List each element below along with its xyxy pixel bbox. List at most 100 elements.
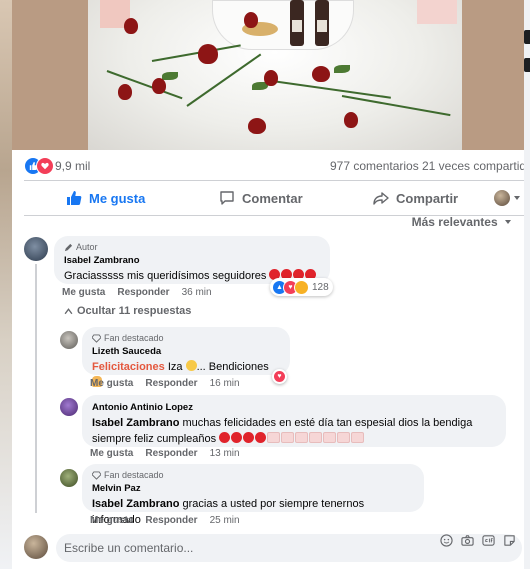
diamond-icon: [92, 470, 101, 480]
comment-button[interactable]: Comentar: [219, 181, 303, 215]
reply-author[interactable]: Antonio Antinio Lopez: [92, 402, 496, 413]
photo-leaf: [334, 65, 350, 73]
cake-emoji: [351, 432, 365, 443]
reaction-count[interactable]: 9,9 mil: [55, 159, 90, 173]
comment-author[interactable]: Isabel Zambrano: [64, 255, 320, 266]
hide-replies-label: Ocultar 11 respuestas: [77, 305, 192, 317]
react-as-selector[interactable]: [494, 181, 524, 215]
photo-gift-box: [417, 0, 457, 24]
photo-rose: [344, 112, 358, 128]
reply-like-link[interactable]: Me gusta: [90, 378, 133, 389]
like-button-label: Me gusta: [89, 190, 146, 206]
reply-like-link[interactable]: Me gusta: [90, 448, 133, 459]
replier-avatar[interactable]: [60, 469, 78, 487]
shares-count[interactable]: 21 veces compartido: [422, 159, 524, 173]
red-heart-emoji: [243, 432, 255, 443]
red-heart-emoji: [255, 432, 267, 443]
side-marker: [524, 58, 530, 72]
share-icon: [373, 192, 389, 205]
pen-icon: [64, 243, 73, 251]
author-badge: Autor: [64, 242, 320, 252]
cake-emoji: [295, 432, 309, 443]
top-fan-badge: Fan destacado: [92, 333, 280, 343]
reply-reply-link[interactable]: Responder: [145, 448, 197, 459]
mention-link[interactable]: Felicitaciones: [92, 361, 165, 373]
photo-rose: [198, 44, 218, 64]
reply-bubble: Antonio Antinio Lopez Isabel Zambrano mu…: [82, 395, 506, 447]
post-action-bar: Me gusta Comentar Compartir: [24, 180, 524, 216]
comment-reaction-count[interactable]: ▲ ♥ 128: [270, 278, 333, 296]
reply-reaction[interactable]: ♥: [272, 369, 287, 384]
care-reaction-icon: [294, 279, 309, 295]
reply-meta: Me gusta Responder 25 min: [90, 515, 252, 526]
photo-bottle: [315, 0, 329, 46]
photo-rose: [264, 70, 278, 86]
mention-link[interactable]: Isabel Zambrano: [92, 417, 179, 429]
reaction-number: 128: [312, 281, 329, 293]
photo-rose: [244, 12, 258, 28]
background-right-edge: [524, 0, 530, 569]
gif-icon[interactable]: [482, 534, 495, 547]
photo-rose: [248, 118, 266, 134]
comment-like-link[interactable]: Me gusta: [62, 287, 105, 298]
cake-emoji: [337, 432, 351, 443]
reply-reply-link[interactable]: Responder: [145, 378, 197, 389]
smiling-face-emoji: [185, 360, 197, 371]
photo-rose: [312, 66, 330, 82]
current-user-avatar[interactable]: [24, 535, 48, 559]
chevron-up-icon: [64, 307, 73, 314]
reactions-summary: 9,9 mil 977 comentarios 21 veces compart…: [24, 156, 524, 176]
badge-label: Fan destacado: [104, 333, 164, 343]
share-button-label: Compartir: [396, 190, 459, 206]
comment-composer: Escribe un comentario...: [12, 527, 524, 569]
reply-timestamp[interactable]: 25 min: [210, 515, 240, 526]
diamond-icon: [92, 333, 101, 343]
reply-bubble: Fan destacado Melvin Paz Isabel Zambrano…: [82, 464, 424, 526]
reply-meta: Me gusta Responder 13 min: [90, 448, 252, 459]
photo-wall-left: [12, 0, 88, 150]
red-heart-emoji: [219, 432, 231, 443]
photo-tray: [212, 0, 354, 50]
top-fan-badge: Fan destacado: [92, 470, 414, 480]
reply-reply-link[interactable]: Responder: [145, 515, 197, 526]
love-reaction-icon[interactable]: [36, 157, 54, 175]
camera-icon[interactable]: [461, 534, 474, 547]
comment-sort-dropdown[interactable]: Más relevantes: [412, 215, 512, 229]
post-photo[interactable]: [12, 0, 524, 150]
reply-like-link[interactable]: Me gusta: [90, 515, 133, 526]
reply-text-part: ... Bendiciones: [196, 361, 269, 373]
mention-link[interactable]: Isabel Zambrano: [92, 498, 179, 510]
emoji-icon[interactable]: [440, 534, 453, 547]
commenter-avatar[interactable]: [24, 237, 48, 261]
reply-bubble: Fan destacado Lizeth Sauceda Felicitacio…: [82, 327, 290, 387]
background-left-edge: [0, 0, 12, 569]
reply-author[interactable]: Melvin Paz: [92, 483, 414, 494]
comment-icon: [220, 191, 234, 205]
reply-author[interactable]: Lizeth Sauceda: [92, 346, 280, 357]
photo-rose: [152, 78, 166, 94]
share-button[interactable]: Compartir: [373, 181, 458, 215]
sticker-icon[interactable]: [503, 534, 516, 547]
comment-timestamp[interactable]: 36 min: [182, 287, 212, 298]
replier-avatar[interactable]: [60, 331, 78, 349]
replier-avatar[interactable]: [60, 398, 78, 416]
cake-emoji: [267, 432, 281, 443]
comments-count[interactable]: 977 comentarios: [330, 159, 419, 173]
badge-label: Fan destacado: [104, 470, 164, 480]
composer-tools: [440, 534, 516, 547]
comment-text-body: Graciasssss mis queridísimos seguidores: [64, 270, 267, 282]
love-reaction-icon: ♥: [273, 370, 286, 383]
chevron-down-icon: [505, 220, 511, 224]
cake-emoji: [309, 432, 323, 443]
comment-reply-link[interactable]: Responder: [117, 287, 169, 298]
like-button[interactable]: Me gusta: [66, 181, 145, 215]
hide-replies-link[interactable]: Ocultar 11 respuestas: [64, 305, 191, 317]
photo-rose: [118, 84, 132, 100]
page-avatar: [494, 190, 510, 206]
comment-meta: Me gusta Responder 36 min: [62, 287, 224, 298]
reply-timestamp[interactable]: 13 min: [210, 448, 240, 459]
reply-timestamp[interactable]: 16 min: [210, 378, 240, 389]
reply-meta: Me gusta Responder 16 min: [90, 378, 252, 389]
cake-emoji: [281, 432, 295, 443]
thumbs-up-icon: [67, 191, 82, 205]
